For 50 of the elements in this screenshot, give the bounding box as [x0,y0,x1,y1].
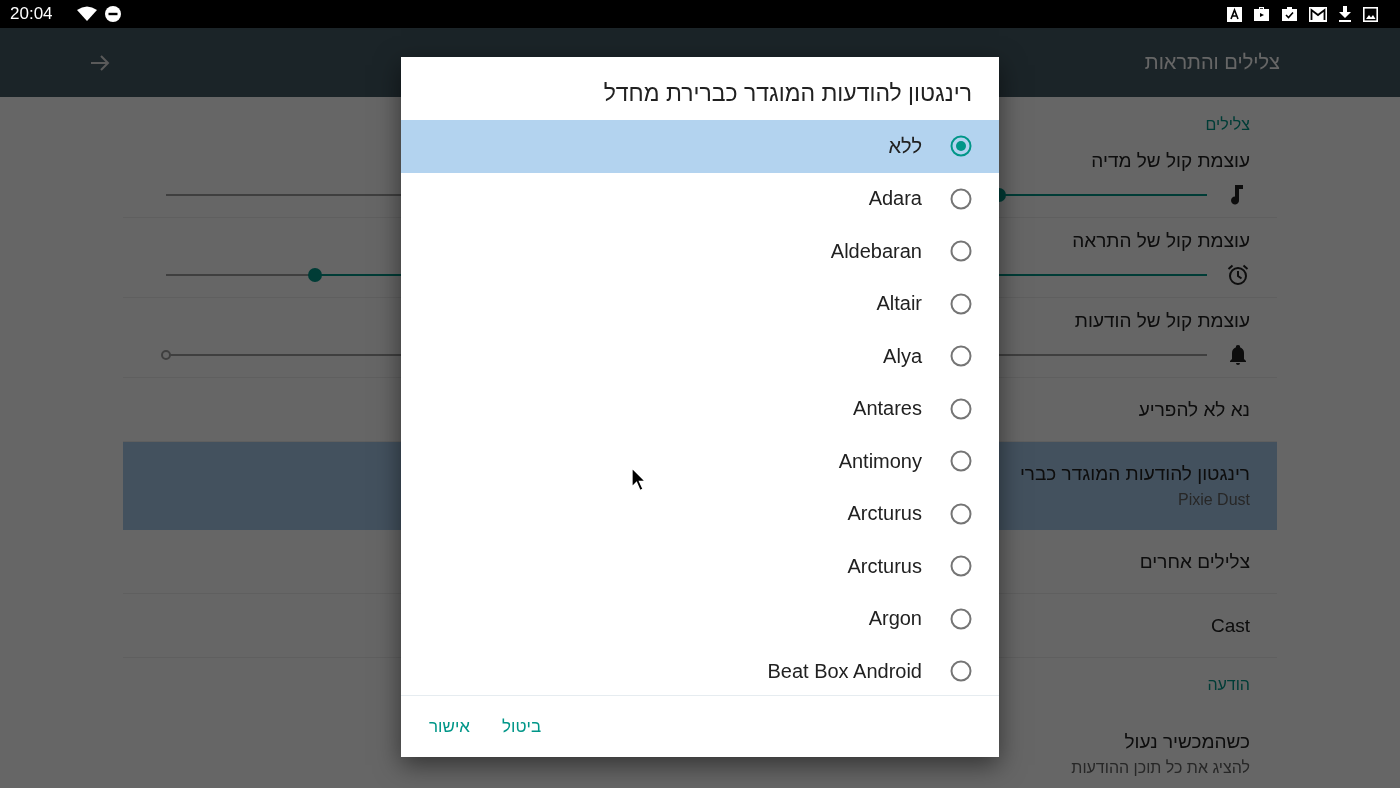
radio-button[interactable] [950,607,972,630]
radio-button[interactable] [950,450,972,473]
clock-time: 20:04 [10,4,53,24]
ringtone-option[interactable]: Arcturus [401,487,999,540]
setting-title: עוצמת קול של התראה [1072,230,1250,252]
ringtone-option[interactable]: Aldebaran [401,225,999,278]
briefcase-icon [1253,6,1270,22]
setting-title: עוצמת קול של הודעות [1074,310,1250,332]
setting-title: רינגטון להודעות המוגדר כברי [1019,462,1250,485]
ringtone-option[interactable]: Antares [401,382,999,435]
section-header: הודעה [1207,676,1250,693]
screen-title: צלילים והתראות [1144,51,1280,74]
setting-title: עוצמת קול של מדיה [1091,150,1250,172]
back-arrow-icon[interactable] [90,53,110,72]
radio-button[interactable] [950,240,972,263]
briefcase-icon [1281,6,1298,22]
radio-button[interactable] [950,555,972,578]
image-icon [1363,6,1378,22]
section-header: צלילים [1205,116,1250,133]
download-icon [1338,6,1352,22]
ringtone-option[interactable]: Altair [401,277,999,330]
ringtone-option[interactable]: ללא [401,120,999,173]
setting-title: כשהמכשיר נעול [1124,730,1250,753]
dialog-button[interactable]: ביטול [500,712,544,741]
mouse-pointer-icon [631,467,647,492]
radio-button[interactable] [950,187,972,210]
ringtone-option[interactable]: Antimony [401,435,999,488]
radio-button[interactable] [950,502,972,525]
radio-button[interactable] [950,345,972,368]
setting-title: צלילים אחרים [1139,550,1250,573]
setting-summary: להציג את כל תוכן ההודעות [1071,758,1250,777]
radio-button[interactable] [950,292,972,315]
mail-icon [1309,6,1327,22]
radio-button[interactable] [950,135,972,158]
alarm-clock-icon [1226,263,1250,287]
dialog-title: רינגטון להודעות המוגדר כברירת מחדל [602,79,973,108]
slider-thumb[interactable] [307,268,322,282]
ringtone-option[interactable]: Argon [401,592,999,645]
wifi-icon [76,6,97,22]
setting-title: Cast [1210,614,1250,637]
radio-button[interactable] [950,397,972,420]
ringtone-option[interactable]: Arcturus [401,540,999,593]
do-not-disturb-icon [104,6,121,22]
radio-button[interactable] [950,660,972,683]
ringtone-option[interactable]: Adara [401,172,999,225]
ringtone-option[interactable]: Beat Box Android [401,645,999,695]
setting-title: נא לא להפריע [1138,398,1250,421]
ringtone-option[interactable]: Alya [401,330,999,383]
dialog-button[interactable]: אישור [427,712,472,741]
letter-box-icon [1227,6,1242,22]
